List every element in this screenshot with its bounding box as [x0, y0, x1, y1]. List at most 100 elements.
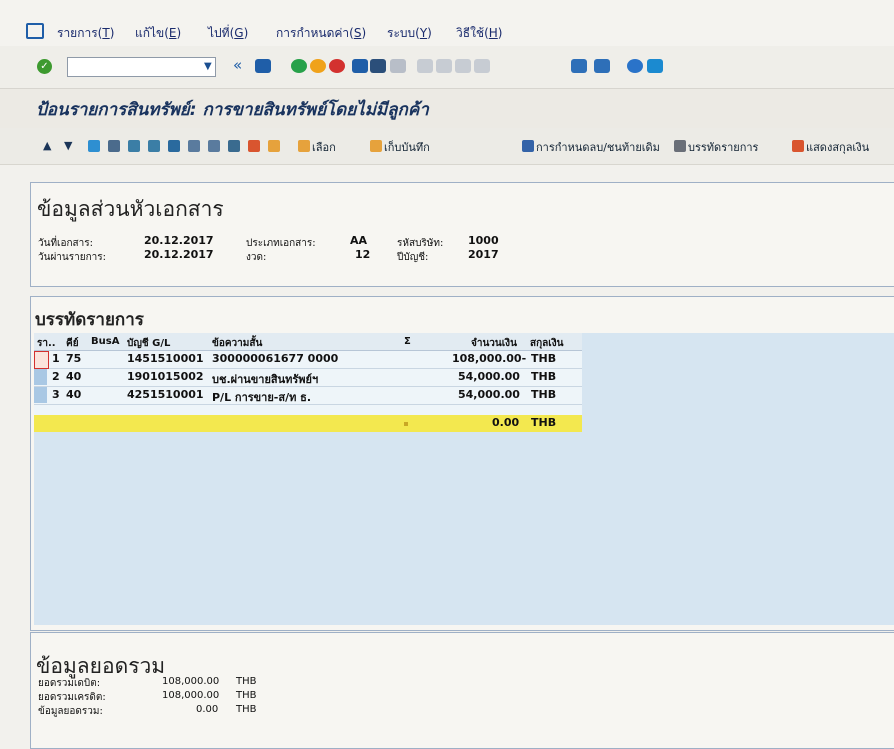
- currency-icon[interactable]: [792, 140, 804, 152]
- gl-account[interactable]: 1901015002: [127, 370, 204, 383]
- sort-desc-icon[interactable]: [148, 140, 160, 152]
- currency[interactable]: THB: [531, 370, 556, 383]
- credit-value: 108,000.00: [162, 690, 220, 701]
- balance-label: ข้อมูลยอดรวม:: [38, 706, 103, 717]
- menu-edit[interactable]: แก้ไข(E): [135, 24, 181, 43]
- sum-icon[interactable]: [228, 140, 240, 152]
- currency[interactable]: THB: [531, 352, 556, 365]
- amount[interactable]: 54,000.00: [458, 388, 520, 401]
- post-date: 20.12.2017: [144, 248, 214, 261]
- menu-goto[interactable]: ไปที่(G): [208, 24, 248, 43]
- row-selector[interactable]: [34, 369, 47, 385]
- back-icon[interactable]: [291, 59, 307, 73]
- balance-currency: THB: [236, 704, 257, 715]
- enter-check-icon[interactable]: ✓: [37, 59, 52, 74]
- balance-value: 0.00: [196, 704, 219, 715]
- find-icon[interactable]: [370, 59, 386, 73]
- subtotal-icon[interactable]: [248, 140, 260, 152]
- save-doc-icon[interactable]: [370, 140, 382, 152]
- short-text[interactable]: P/L การขาย-ส/ท ธ.: [212, 388, 311, 406]
- items-button[interactable]: บรรทัดรายการ: [688, 138, 758, 156]
- menu-list[interactable]: รายการ(T): [57, 24, 114, 43]
- col-amount[interactable]: จำนวนเงิน: [471, 336, 517, 351]
- menu-help[interactable]: วิธีใช้(H): [456, 24, 502, 43]
- posting-key[interactable]: 40: [66, 388, 81, 401]
- next-page-icon[interactable]: [455, 59, 471, 73]
- select-icon[interactable]: [298, 140, 310, 152]
- find-next-icon[interactable]: [390, 59, 406, 73]
- col-gl[interactable]: บัญชี G/L: [127, 336, 170, 351]
- credit-currency: THB: [236, 690, 257, 701]
- col-text[interactable]: ข้อความสั้น: [212, 336, 262, 351]
- doc-date-label: วันที่เอกสาร:: [38, 238, 93, 249]
- first-page-icon[interactable]: [417, 59, 433, 73]
- row-number: 3: [52, 388, 60, 401]
- amount[interactable]: 108,000.00-: [452, 352, 526, 365]
- posting-key[interactable]: 75: [66, 352, 81, 365]
- new-session-icon[interactable]: [571, 59, 587, 73]
- total-marker-icon: [404, 422, 408, 426]
- amount[interactable]: 54,000.00: [458, 370, 520, 383]
- down-arrow-icon[interactable]: ▼: [64, 139, 72, 152]
- layout-menu-icon[interactable]: [647, 59, 663, 73]
- cancel-icon[interactable]: [329, 59, 345, 73]
- doc-type: AA: [350, 234, 368, 247]
- col-sum[interactable]: Σ: [404, 336, 411, 347]
- currency-button[interactable]: แสดงสกุลเงิน: [806, 138, 869, 156]
- row-selector[interactable]: [34, 351, 49, 369]
- doc-date: 20.12.2017: [144, 234, 214, 247]
- gl-account[interactable]: 4251510001: [127, 388, 204, 401]
- exit-icon[interactable]: [310, 59, 326, 73]
- up-arrow-icon[interactable]: ▲: [43, 139, 51, 152]
- collapse-icon[interactable]: «: [233, 56, 242, 74]
- command-dropdown-icon[interactable]: ▼: [204, 61, 212, 72]
- settings-button[interactable]: การกำหนดลบ/ชนท้ายเดิม: [536, 138, 660, 156]
- copy-icon[interactable]: [268, 140, 280, 152]
- select-all-icon[interactable]: [188, 140, 200, 152]
- sort-asc-icon[interactable]: [128, 140, 140, 152]
- deselect-icon[interactable]: [208, 140, 220, 152]
- prev-page-icon[interactable]: [436, 59, 452, 73]
- pencil-icon[interactable]: [522, 140, 534, 152]
- fiscal-year: 2017: [468, 248, 499, 261]
- row-number: 2: [52, 370, 60, 383]
- help-icon[interactable]: [627, 59, 643, 73]
- menu-settings[interactable]: การกำหนดค่า(S): [276, 24, 366, 43]
- gl-account[interactable]: 1451510001: [127, 352, 204, 365]
- debit-currency: THB: [236, 676, 257, 687]
- total-currency: THB: [531, 416, 557, 429]
- short-text[interactable]: 300000061677 0000: [212, 352, 338, 365]
- posting-key[interactable]: 40: [66, 370, 81, 383]
- last-page-icon[interactable]: [474, 59, 490, 73]
- command-field[interactable]: [67, 57, 216, 77]
- company-code: 1000: [468, 234, 499, 247]
- credit-label: ยอดรวมเครดิต:: [38, 692, 106, 703]
- print-icon[interactable]: [352, 59, 368, 73]
- page-title: ป้อนรายการสินทรัพย์: การขายสินทรัพย์โดยไ…: [36, 100, 429, 120]
- save-icon[interactable]: [255, 59, 271, 73]
- row-number: 1: [52, 352, 60, 365]
- col-busa[interactable]: BusA: [91, 336, 119, 347]
- col-currency[interactable]: สกุลเงิน: [530, 336, 563, 351]
- debit-value: 108,000.00: [162, 676, 220, 687]
- period-label: งวด:: [246, 252, 267, 263]
- detail-icon[interactable]: [108, 140, 120, 152]
- col-row[interactable]: รา..: [37, 336, 56, 351]
- row-selector[interactable]: [34, 387, 47, 403]
- doc-type-label: ประเภทเอกสาร:: [246, 238, 316, 249]
- company-label: รหัสบริษัท:: [397, 238, 444, 249]
- select-button[interactable]: เลือก: [312, 138, 336, 156]
- filter-icon[interactable]: [168, 140, 180, 152]
- mountain-icon[interactable]: [88, 140, 100, 152]
- menu-system[interactable]: ระบบ(Y): [387, 24, 432, 43]
- short-text[interactable]: บช.ผ่านขายสินทรัพย์ฯ: [212, 370, 318, 388]
- shortcut-icon[interactable]: [594, 59, 610, 73]
- header-title: ข้อมูลส่วนหัวเอกสาร: [37, 197, 224, 221]
- save-button[interactable]: เก็บบันทึก: [384, 138, 430, 156]
- period: 12: [355, 248, 371, 261]
- items-title: บรรทัดรายการ: [35, 310, 144, 330]
- currency[interactable]: THB: [531, 388, 556, 401]
- col-key[interactable]: คีย์: [66, 336, 79, 351]
- glasses-icon[interactable]: [674, 140, 686, 152]
- menu-icon[interactable]: [26, 23, 44, 39]
